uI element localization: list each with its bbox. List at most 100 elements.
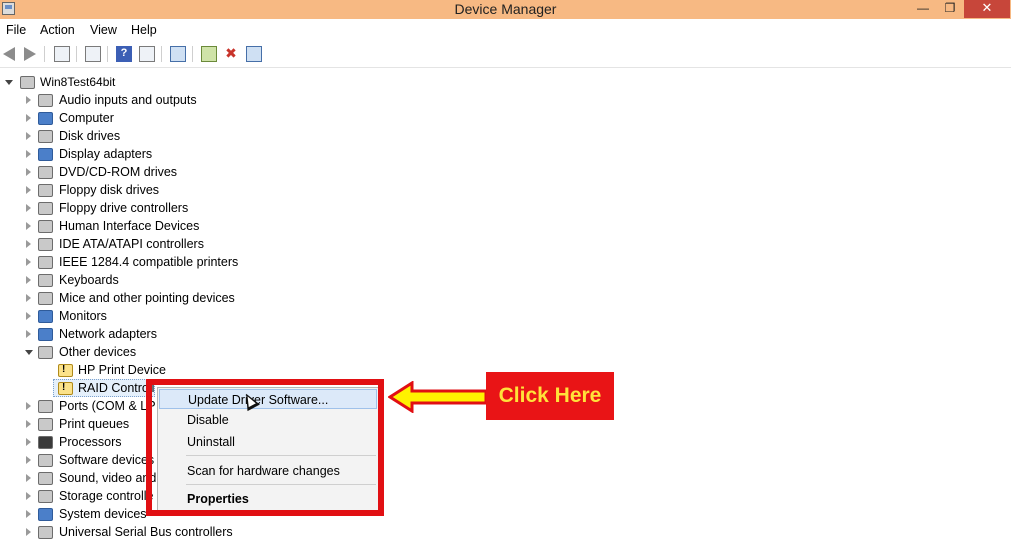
tree-item-audio[interactable]: Audio inputs and outputs	[0, 92, 300, 110]
tree-item-storage-controllers[interactable]: Storage controlle	[0, 488, 160, 506]
properties-icon[interactable]	[85, 46, 101, 62]
expand-arrow-icon[interactable]	[26, 510, 31, 518]
tree-item-label: Computer	[59, 111, 114, 125]
forward-icon[interactable]	[24, 47, 36, 61]
expand-arrow-icon[interactable]	[26, 132, 31, 140]
expand-arrow-icon[interactable]	[26, 258, 31, 266]
expand-arrow-icon[interactable]	[26, 492, 31, 500]
maximize-button[interactable]: ❐	[937, 0, 963, 18]
tree-item-label: Audio inputs and outputs	[59, 93, 197, 107]
update-driver-icon[interactable]	[201, 46, 217, 62]
tree-item-label: Print queues	[59, 417, 130, 431]
tree-item-label: Software devices	[59, 453, 155, 467]
usb-icon	[38, 526, 53, 539]
tree-item-network-adapters[interactable]: Network adapters	[0, 326, 300, 344]
pointer-arrow-icon	[388, 381, 488, 413]
expand-arrow-icon[interactable]	[26, 420, 31, 428]
mouse-icon	[38, 292, 53, 305]
tree-item-label: System devices	[59, 507, 147, 521]
tree-item-ieee-printers[interactable]: IEEE 1284.4 compatible printers	[0, 254, 300, 272]
tree-item-floppy-disk-drives[interactable]: Floppy disk drives	[0, 182, 300, 200]
toolbar-separator	[161, 46, 162, 62]
highlight-frame	[146, 379, 384, 516]
expand-arrow-icon[interactable]	[26, 312, 31, 320]
menu-help[interactable]: Help	[131, 23, 157, 37]
tree-item-ide-controllers[interactable]: IDE ATA/ATAPI controllers	[0, 236, 300, 254]
tree-item-monitors[interactable]: Monitors	[0, 308, 300, 326]
collapse-arrow-icon[interactable]	[25, 350, 33, 355]
tree-item-label: HP Print Device	[78, 363, 166, 377]
tree-item-label: Floppy disk drives	[59, 183, 160, 197]
tree-item-floppy-controllers[interactable]: Floppy drive controllers	[0, 200, 300, 218]
scan-hardware-icon[interactable]	[170, 46, 186, 62]
expand-arrow-icon[interactable]	[26, 456, 31, 464]
tree-item-system-devices[interactable]: System devices	[0, 506, 160, 524]
toolbar-separator	[107, 46, 108, 62]
action-pane-icon[interactable]	[139, 46, 155, 62]
expand-arrow-icon[interactable]	[26, 222, 31, 230]
tree-item-sound-video[interactable]: Sound, video and	[0, 470, 160, 488]
window-title: Device Manager	[454, 1, 557, 17]
tree-root[interactable]: Win8Test64bit	[0, 74, 200, 92]
tree-item-processors[interactable]: Processors	[0, 434, 160, 452]
tree-item-disk-drives[interactable]: Disk drives	[0, 128, 300, 146]
expand-arrow-icon[interactable]	[26, 150, 31, 158]
expand-arrow-icon[interactable]	[26, 168, 31, 176]
tree-item-hid[interactable]: Human Interface Devices	[0, 218, 300, 236]
tree-item-software-devices[interactable]: Software devices	[0, 452, 160, 470]
tree-root-label: Win8Test64bit	[40, 75, 116, 89]
menu-view[interactable]: View	[90, 23, 117, 37]
uninstall-icon[interactable]: ✖	[223, 46, 239, 62]
tree-item-label: DVD/CD-ROM drives	[59, 165, 178, 179]
warning-device-icon	[58, 364, 73, 377]
tree-item-ports[interactable]: Ports (COM & LP	[0, 398, 160, 416]
expand-arrow-icon[interactable]	[26, 96, 31, 104]
tree-item-label: Human Interface Devices	[59, 219, 200, 233]
enable-device-icon[interactable]	[246, 46, 262, 62]
storage-controller-icon	[38, 490, 53, 503]
expand-arrow-icon[interactable]	[26, 402, 31, 410]
collapse-arrow-icon[interactable]	[5, 80, 13, 85]
expand-arrow-icon[interactable]	[26, 186, 31, 194]
expand-arrow-icon[interactable]	[26, 294, 31, 302]
menu-action[interactable]: Action	[40, 23, 75, 37]
tree-item-print-queues[interactable]: Print queues	[0, 416, 160, 434]
tree-item-usb-controllers[interactable]: Universal Serial Bus controllers	[0, 524, 300, 542]
minimize-button[interactable]: —	[910, 0, 936, 18]
dvd-drive-icon	[38, 166, 53, 179]
expand-arrow-icon[interactable]	[26, 528, 31, 536]
tree-item-raid-controller[interactable]: RAID Controll	[53, 379, 155, 397]
tree-item-label: Sound, video and	[59, 471, 157, 485]
menu-file[interactable]: File	[6, 23, 26, 37]
tree-item-other-devices[interactable]: Other devices	[0, 344, 300, 362]
expand-arrow-icon[interactable]	[26, 438, 31, 446]
tree-item-label: Universal Serial Bus controllers	[59, 525, 233, 539]
title-bar: Device Manager — ❐ ✕	[0, 0, 1011, 19]
tree-item-label: IDE ATA/ATAPI controllers	[59, 237, 204, 251]
expand-arrow-icon[interactable]	[26, 114, 31, 122]
toolbar-separator	[192, 46, 193, 62]
expand-arrow-icon[interactable]	[26, 204, 31, 212]
expand-arrow-icon[interactable]	[26, 330, 31, 338]
computer-icon	[38, 112, 53, 125]
tree-item-label: Storage controlle	[59, 489, 154, 503]
tree-item-label: Network adapters	[59, 327, 157, 341]
expand-arrow-icon[interactable]	[26, 474, 31, 482]
tree-item-keyboards[interactable]: Keyboards	[0, 272, 300, 290]
show-hide-console-tree-icon[interactable]	[54, 46, 70, 62]
tree-item-display-adapters[interactable]: Display adapters	[0, 146, 300, 164]
close-button[interactable]: ✕	[964, 0, 1010, 18]
tree-item-label: Keyboards	[59, 273, 119, 287]
tree-item-mice[interactable]: Mice and other pointing devices	[0, 290, 300, 308]
tree-item-dvd-drives[interactable]: DVD/CD-ROM drives	[0, 164, 300, 182]
tree-item-hp-print-device[interactable]: HP Print Device	[0, 362, 300, 380]
floppy-disk-icon	[38, 184, 53, 197]
expand-arrow-icon[interactable]	[26, 276, 31, 284]
expand-arrow-icon[interactable]	[26, 240, 31, 248]
help-icon[interactable]: ?	[116, 46, 132, 62]
display-adapter-icon	[38, 148, 53, 161]
tree-item-computer[interactable]: Computer	[0, 110, 300, 128]
back-icon[interactable]	[3, 47, 15, 61]
print-queue-icon	[38, 418, 53, 431]
other-devices-icon	[38, 346, 53, 359]
